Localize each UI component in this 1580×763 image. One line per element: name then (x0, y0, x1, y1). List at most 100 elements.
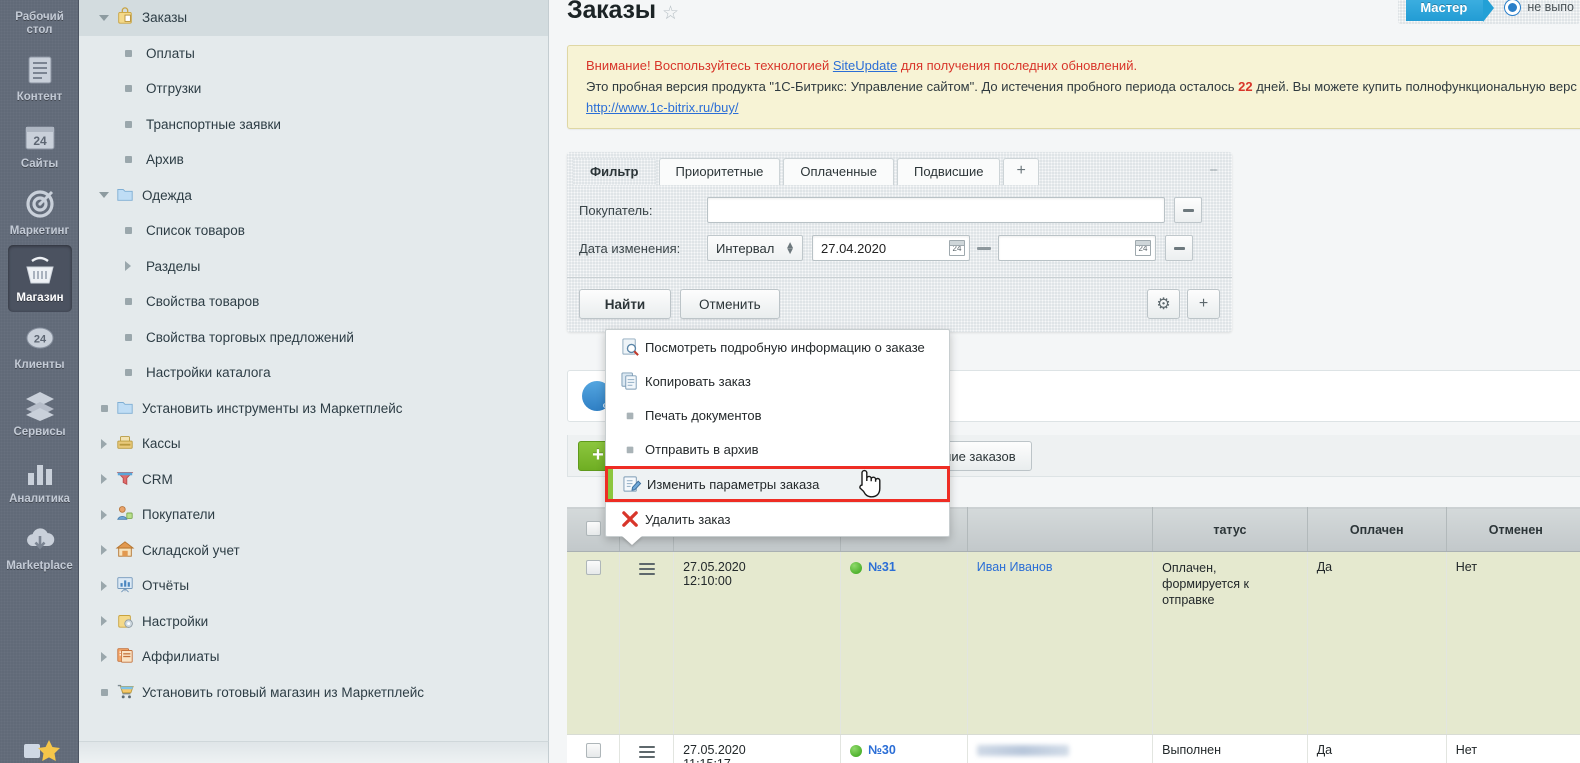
tree-item-10[interactable]: Настройки каталога (79, 355, 548, 391)
rail-item-clients-24[interactable]: 24 Клиенты (0, 312, 79, 379)
tree-toggle[interactable] (117, 120, 139, 128)
tree-item-18[interactable]: Аффилиаты (79, 639, 548, 675)
siteupdate-link[interactable]: SiteUpdate (833, 58, 897, 73)
row-order-number[interactable]: №30 (868, 743, 896, 757)
master-button[interactable]: Мастер (1406, 0, 1495, 22)
filter-tab-3[interactable]: Подвисшие (897, 158, 1001, 185)
buy-link[interactable]: http://www.1c-bitrix.ru/buy/ (586, 100, 738, 115)
cancel-filter-button[interactable]: Отменить (680, 289, 780, 319)
tree-item-11[interactable]: Установить инструменты из Маркетплейс (79, 391, 548, 427)
add-filter-tab-button[interactable]: + (1003, 158, 1039, 185)
date-mode-select[interactable]: Интервал ▲ ▼ (707, 235, 803, 261)
row-checkbox[interactable] (585, 743, 601, 758)
table-row[interactable]: 27.05.2020 12:10:00 №31 Иван Иванов Опла… (567, 551, 1580, 735)
calendar-icon-to[interactable]: 24 (1135, 240, 1151, 256)
collapse-filter-icon[interactable]: − (1209, 162, 1218, 179)
chevron-down-icon[interactable] (99, 192, 109, 199)
row-order-number[interactable]: №31 (868, 560, 896, 574)
context-menu-item-2[interactable]: Печать документов (606, 398, 949, 432)
rail-item-sites-24[interactable]: 24 Сайты (0, 111, 79, 178)
table-row[interactable]: 27.05.2020 11:15:17 №30 Выполнен Да Нет … (567, 734, 1580, 763)
tree-toggle[interactable] (93, 192, 115, 199)
filter-tab-0[interactable]: Фильтр (573, 158, 656, 185)
tree-item-8[interactable]: Свойства товаров (79, 284, 548, 320)
tree-item-12[interactable]: Кассы (79, 426, 548, 462)
tree-toggle[interactable] (93, 509, 115, 520)
tree-toggle[interactable] (93, 545, 115, 556)
tree-toggle[interactable] (117, 49, 139, 57)
row-checkbox-cell[interactable] (567, 734, 621, 763)
chevron-right-icon[interactable] (101, 616, 107, 627)
tree-toggle[interactable] (117, 333, 139, 341)
row-customer[interactable]: Иван Иванов (977, 560, 1053, 574)
context-menu-item-0[interactable]: Посмотреть подробную информацию о заказе (606, 330, 949, 364)
filter-tab-2[interactable]: Оплаченные (783, 158, 895, 185)
context-menu-item-4[interactable]: Изменить параметры заказа (605, 466, 950, 502)
tree-toggle[interactable] (93, 14, 115, 21)
tree-toggle[interactable] (93, 651, 115, 662)
th-customer[interactable] (967, 507, 1154, 552)
chevron-right-icon[interactable] (101, 509, 107, 520)
tree-item-7[interactable]: Разделы (79, 249, 548, 285)
tree-item-0[interactable]: Заказы (79, 0, 548, 36)
filter-tab-1[interactable]: Приоритетные (658, 158, 781, 185)
tree-item-5[interactable]: Одежда (79, 178, 548, 214)
tree-toggle[interactable] (117, 85, 139, 93)
rail-item-desktop[interactable]: Рабочий стол (0, 0, 79, 44)
rail-item-marketplace-cloud[interactable]: Marketplace (0, 513, 79, 580)
rail-item-content[interactable]: Контент (0, 44, 79, 111)
rail-item-analytics-bars[interactable]: Аналитика (0, 446, 79, 513)
context-menu-item-1[interactable]: Копировать заказ (606, 364, 949, 398)
tree-toggle[interactable] (117, 227, 139, 235)
chevron-right-icon[interactable] (101, 545, 107, 556)
tree-item-9[interactable]: Свойства торговых предложений (79, 320, 548, 356)
tree-item-4[interactable]: Архив (79, 142, 548, 178)
rail-item-marketing-target[interactable]: Маркетинг (0, 178, 79, 245)
find-button[interactable]: Найти (579, 289, 671, 319)
gear-icon[interactable]: ⚙ (1147, 289, 1180, 319)
tree-item-1[interactable]: Оплаты (79, 36, 548, 72)
tree-toggle[interactable] (93, 404, 115, 412)
chevron-right-icon[interactable] (101, 651, 107, 662)
tree-item-3[interactable]: Транспортные заявки (79, 107, 548, 143)
date-from-input[interactable] (812, 235, 970, 261)
rail-item-shop-basket[interactable]: Магазин (8, 245, 72, 312)
tree-item-6[interactable]: Список товаров (79, 213, 548, 249)
chevron-right-icon[interactable] (101, 580, 107, 591)
buyer-input[interactable] (707, 197, 1165, 223)
th-canceled[interactable]: Отменен (1446, 507, 1580, 552)
tree-toggle[interactable] (117, 369, 139, 377)
chevron-right-icon[interactable] (101, 438, 107, 449)
chevron-down-icon[interactable] (99, 14, 109, 21)
tree-toggle[interactable] (93, 616, 115, 627)
row-customer-blurred[interactable] (976, 745, 1069, 757)
row-actions-cell[interactable] (619, 551, 675, 735)
tree-toggle[interactable] (117, 298, 139, 306)
th-paid[interactable]: Оплачен (1307, 507, 1447, 552)
chevron-right-icon[interactable] (125, 261, 131, 272)
tree-item-15[interactable]: Складской учет (79, 533, 548, 569)
tree-toggle[interactable] (117, 261, 139, 272)
select-all-checkbox[interactable] (585, 520, 601, 536)
tree-item-19[interactable]: Установить готовый магазин из Маркетплей… (79, 675, 548, 711)
row-menu-icon[interactable] (638, 743, 655, 761)
th-status[interactable]: татус (1152, 507, 1308, 552)
remove-date-filter-button[interactable] (1165, 235, 1193, 261)
tree-toggle[interactable] (93, 474, 115, 485)
row-checkbox[interactable] (585, 560, 601, 575)
context-menu-item-5[interactable]: Удалить заказ (606, 502, 949, 536)
calendar-icon-from[interactable]: 24 (949, 240, 965, 256)
tree-item-17[interactable]: Настройки (79, 604, 548, 640)
tree-toggle[interactable] (93, 438, 115, 449)
chevron-right-icon[interactable] (101, 474, 107, 485)
context-menu-item-3[interactable]: Отправить в архив (606, 432, 949, 466)
row-actions-cell[interactable] (619, 734, 675, 763)
row-menu-icon[interactable] (638, 560, 655, 578)
tree-toggle[interactable] (93, 688, 115, 696)
favorite-star-icon[interactable]: ☆ (662, 2, 679, 25)
row-checkbox-cell[interactable] (567, 551, 621, 735)
tree-item-16[interactable]: Отчёты (79, 568, 548, 604)
tree-item-14[interactable]: Покупатели (79, 497, 548, 533)
rail-item-partial[interactable] (22, 736, 68, 763)
rail-item-services-layers[interactable]: Сервисы (0, 379, 79, 446)
